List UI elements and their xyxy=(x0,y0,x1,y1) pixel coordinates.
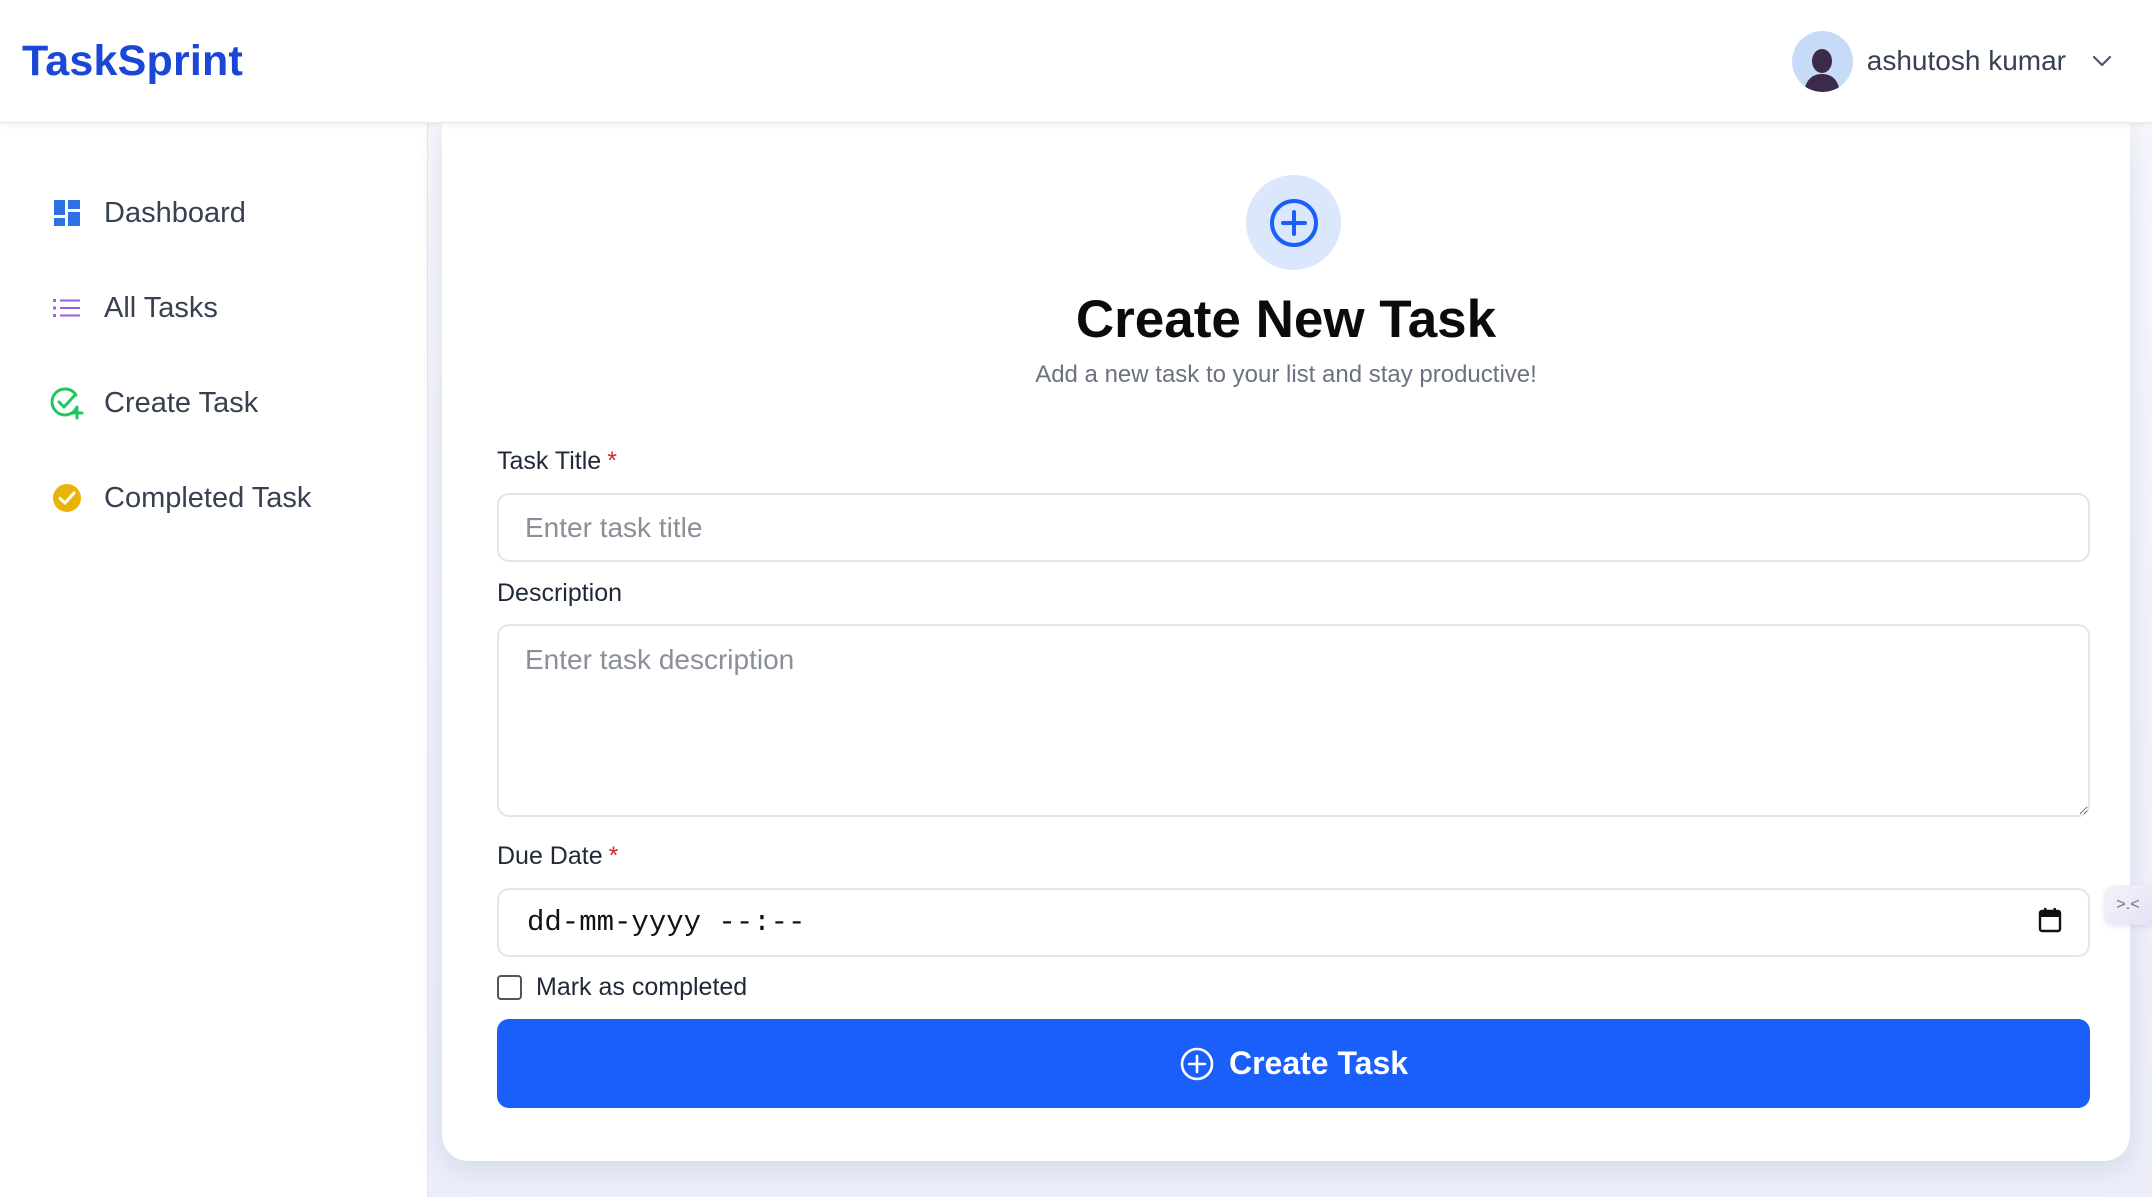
check-plus-icon xyxy=(50,386,84,420)
sidebar: Dashboard All Tasks Create Task Complete… xyxy=(0,123,428,1197)
sidebar-item-label: All Tasks xyxy=(104,291,218,324)
avatar[interactable] xyxy=(1791,30,1853,92)
user-menu[interactable]: ashutosh kumar xyxy=(1791,30,2112,92)
sidebar-item-label: Create Task xyxy=(104,386,259,419)
description-textarea[interactable] xyxy=(497,624,2090,817)
description-label: Description xyxy=(497,579,623,607)
top-header: TaskSprint ashutosh kumar xyxy=(0,0,2152,123)
create-task-card: Create New Task Add a new task to your l… xyxy=(442,123,2130,1161)
chevron-down-icon[interactable] xyxy=(2092,55,2112,67)
check-circle-icon xyxy=(50,481,84,515)
due-date-value: dd-mm-yyyy --:-- xyxy=(527,906,806,939)
due-date-label-text: Due Date xyxy=(497,842,603,870)
due-date-label: Due Date * xyxy=(497,842,618,871)
plus-circle-icon xyxy=(1180,1047,1214,1080)
page-title: Create New Task xyxy=(1075,290,1497,349)
task-title-label: Task Title * xyxy=(497,447,617,476)
user-name[interactable]: ashutosh kumar xyxy=(1867,45,2066,77)
task-title-input[interactable] xyxy=(497,493,2090,562)
main-content: Create New Task Add a new task to your l… xyxy=(428,123,2152,1197)
mark-completed-row[interactable]: Mark as completed xyxy=(497,973,747,1002)
sidebar-item-label: Dashboard xyxy=(104,196,246,229)
create-task-button-label: Create Task xyxy=(1228,1045,1409,1081)
plus-circle-icon xyxy=(1246,175,1341,270)
page-subtitle: Add a new task to your list and stay pro… xyxy=(1035,361,1537,388)
sidebar-item-completed-task[interactable]: Completed Task xyxy=(0,470,427,526)
sidebar-item-label: Completed Task xyxy=(104,481,312,514)
task-title-label-text: Task Title xyxy=(497,447,602,475)
required-mark: * xyxy=(607,447,617,475)
brand-logo[interactable]: TaskSprint xyxy=(22,37,243,86)
floating-side-tab[interactable]: >.< xyxy=(2104,885,2152,925)
completed-checkbox[interactable] xyxy=(497,975,522,1000)
list-icon xyxy=(50,291,84,325)
dashboard-icon xyxy=(50,196,84,230)
completed-label[interactable]: Mark as completed xyxy=(536,973,747,1002)
required-mark: * xyxy=(608,842,619,870)
sidebar-item-dashboard[interactable]: Dashboard xyxy=(0,185,427,241)
calendar-icon[interactable] xyxy=(2038,907,2062,938)
sidebar-item-create-task[interactable]: Create Task xyxy=(0,375,427,431)
collapse-arrows-icon: >.< xyxy=(2116,896,2140,913)
sidebar-item-all-tasks[interactable]: All Tasks xyxy=(0,280,427,336)
user-silhouette-icon xyxy=(1804,48,1841,92)
due-date-input[interactable]: dd-mm-yyyy --:-- xyxy=(497,888,2090,957)
create-task-button[interactable]: Create Task xyxy=(497,1019,2090,1108)
